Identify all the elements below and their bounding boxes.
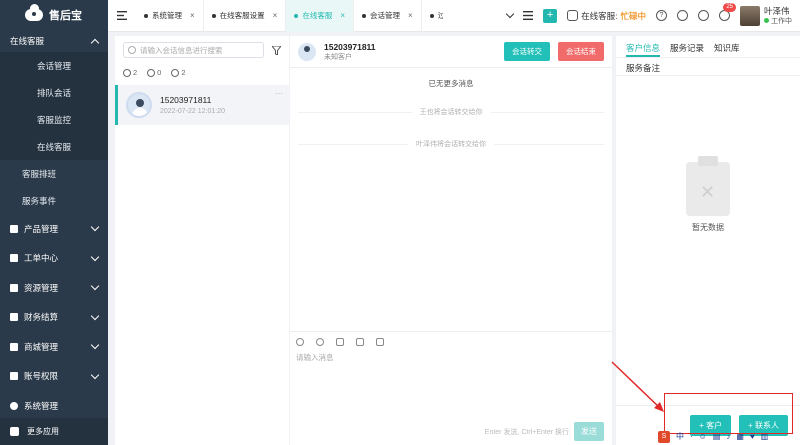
ime-grid-icon[interactable]: ▦ bbox=[736, 432, 744, 441]
ime-mic-icon[interactable]: ♪ bbox=[726, 432, 730, 441]
ime-logo-icon[interactable]: S bbox=[658, 430, 670, 443]
ime-keyboard-icon[interactable]: ▤ bbox=[713, 432, 721, 441]
ime-punctuation-icon[interactable]: · bbox=[690, 432, 693, 441]
ime-skin-icon[interactable]: ♥ bbox=[750, 432, 755, 441]
ime-language[interactable]: 中 bbox=[676, 431, 684, 442]
ime-toolbar: S 中 · ☺ ▤ ♪ ▦ ♥ ▥ bbox=[654, 428, 800, 445]
ime-menu-icon[interactable]: ▥ bbox=[761, 432, 769, 441]
ime-emoji-icon[interactable]: ☺ bbox=[699, 432, 707, 441]
annotation-arrow bbox=[611, 361, 664, 412]
app-root: 售后宝 在线客服 会话管理 排队会话 客服监控 在线客服 客服排班 服务事件 产… bbox=[0, 0, 800, 445]
